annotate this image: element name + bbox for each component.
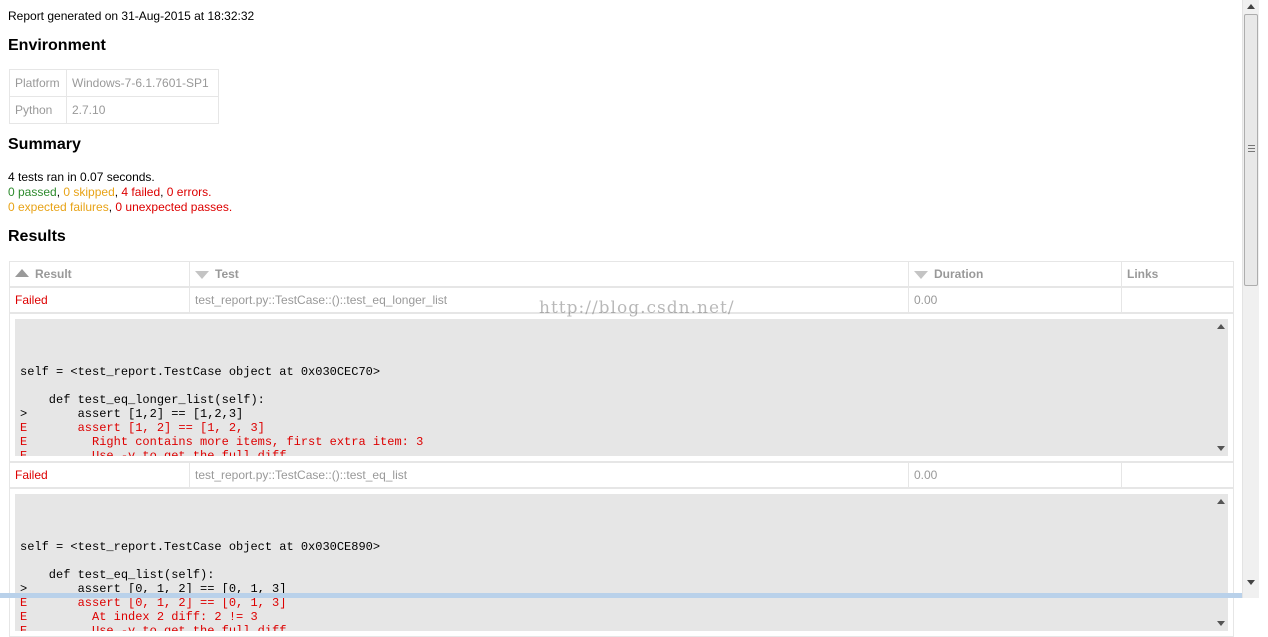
log-line: self = <test_report.TestCase object at 0… [20, 365, 381, 379]
column-header-label: Links [1127, 267, 1159, 281]
results-header-row: Result Test Duration Links [9, 261, 1234, 287]
log-container: self = <test_report.TestCase object at 0… [9, 313, 1234, 462]
scroll-up-arrow-icon[interactable] [1217, 499, 1225, 504]
scroll-up-arrow-icon[interactable] [1217, 324, 1225, 329]
page-scrollbar[interactable] [1242, 0, 1259, 598]
window-bottom-border [0, 593, 1242, 598]
log-line: E Use -v to get the full diff [20, 624, 287, 631]
test-log[interactable]: self = <test_report.TestCase object at 0… [15, 319, 1228, 456]
results-heading: Results [8, 228, 66, 245]
test-name: test_report.py::TestCase::()::test_eq_li… [189, 462, 909, 488]
column-header-links: Links [1121, 261, 1234, 287]
report-generated-text: Report generated on 31-Aug-2015 at 18:32… [8, 9, 255, 23]
log-line: E At index 2 diff: 2 != 3 [20, 610, 258, 624]
env-key: Platform [9, 69, 67, 97]
sort-asc-icon [15, 268, 29, 277]
scroll-down-arrow-icon[interactable] [1217, 446, 1225, 451]
column-header-label: Duration [934, 267, 984, 281]
environment-row: Python 2.7.10 [9, 96, 219, 124]
log-line: E assert [0, 1, 2] == [0, 1, 3] [20, 596, 287, 610]
log-line: > assert [1,2] == [1,2,3] [20, 407, 244, 421]
passed-filter[interactable]: 0 passed [8, 185, 57, 199]
failed-filter[interactable]: 4 failed [121, 185, 160, 199]
column-header-duration[interactable]: Duration [908, 261, 1122, 287]
grip-icon [1248, 145, 1255, 152]
result-status: Failed [9, 462, 190, 488]
column-header-label: Result [35, 267, 72, 281]
environment-table: Platform Windows-7-6.1.7601-SP1 Python 2… [9, 69, 219, 124]
result-row[interactable]: Failed test_report.py::TestCase::()::tes… [9, 462, 1234, 488]
sort-desc-icon [195, 270, 209, 279]
test-links [1121, 287, 1234, 313]
expected-failures-filter[interactable]: 0 expected failures [8, 200, 109, 214]
watermark-text: http://blog.csdn.net/ [539, 298, 735, 318]
env-value: 2.7.10 [66, 96, 219, 124]
env-value: Windows-7-6.1.7601-SP1 [66, 69, 219, 97]
column-header-label: Test [215, 267, 239, 281]
sort-desc-icon [914, 270, 928, 279]
log-line: E assert [1, 2] == [1, 2, 3] [20, 421, 265, 435]
log-scrollbar[interactable] [1213, 319, 1228, 456]
log-container: self = <test_report.TestCase object at 0… [9, 488, 1234, 637]
scrollbar-thumb[interactable] [1244, 14, 1258, 286]
test-log[interactable]: self = <test_report.TestCase object at 0… [15, 494, 1228, 631]
log-line: E Use -v to get the full diff [20, 449, 287, 456]
scroll-up-arrow-icon[interactable] [1247, 4, 1255, 9]
result-status: Failed [9, 287, 190, 313]
log-scrollbar[interactable] [1213, 494, 1228, 631]
summary-heading: Summary [8, 136, 81, 153]
summary-counts: 0 passed, 0 skipped, 4 failed, 0 errors. [8, 185, 211, 199]
summary-expected: 0 expected failures, 0 unexpected passes… [8, 200, 232, 214]
log-line: def test_eq_longer_list(self): [20, 393, 265, 407]
scroll-down-arrow-icon[interactable] [1217, 621, 1225, 626]
skipped-filter[interactable]: 0 skipped [63, 185, 114, 199]
log-line: E Right contains more items, first extra… [20, 435, 424, 449]
unexpected-passes-filter[interactable]: 0 unexpected passes. [115, 200, 232, 214]
separator: , [160, 185, 167, 199]
errors-filter[interactable]: 0 errors. [167, 185, 212, 199]
column-header-test[interactable]: Test [189, 261, 909, 287]
log-line: self = <test_report.TestCase object at 0… [20, 540, 381, 554]
environment-heading: Environment [8, 37, 106, 54]
test-duration: 0.00 [908, 287, 1122, 313]
environment-row: Platform Windows-7-6.1.7601-SP1 [9, 69, 219, 97]
scroll-down-arrow-icon[interactable] [1247, 580, 1255, 585]
column-header-result[interactable]: Result [9, 261, 190, 287]
test-duration: 0.00 [908, 462, 1122, 488]
log-line: def test_eq_list(self): [20, 568, 215, 582]
window-edge [1259, 0, 1268, 598]
test-links [1121, 462, 1234, 488]
env-key: Python [9, 96, 67, 124]
summary-ran-text: 4 tests ran in 0.07 seconds. [8, 170, 155, 184]
